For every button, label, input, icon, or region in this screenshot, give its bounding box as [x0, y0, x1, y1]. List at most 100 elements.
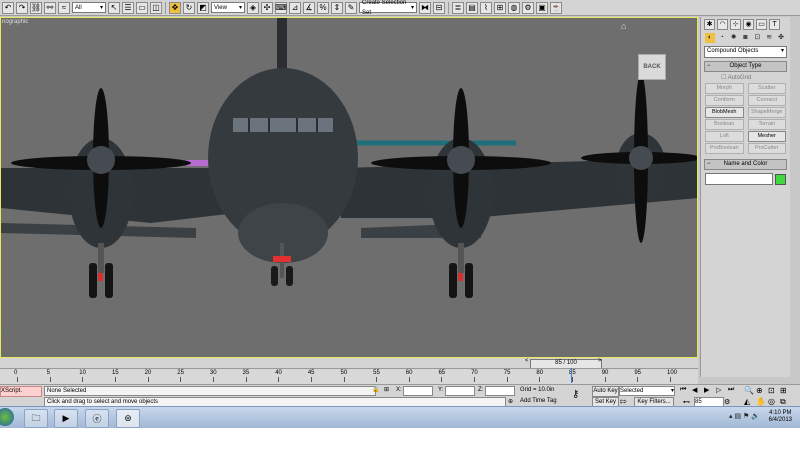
link-icon[interactable]: ⛓	[30, 1, 42, 14]
undo-icon[interactable]: ↶	[2, 1, 14, 14]
lights-icon[interactable]: ✹	[729, 33, 739, 43]
layer-manager-icon[interactable]: ≣	[452, 1, 464, 14]
edit-named-selection-icon[interactable]: ✎	[345, 1, 357, 14]
mirror-icon[interactable]: ⧓	[419, 1, 431, 14]
rectangular-selection-icon[interactable]: ▭	[136, 1, 148, 14]
volume-icon[interactable]: 🔊	[751, 413, 760, 420]
zoom-all-icon[interactable]: ⊕	[756, 386, 763, 395]
orbit-icon[interactable]: ◎	[768, 397, 775, 406]
modify-tab-icon[interactable]: ◠	[717, 19, 728, 30]
next-frame-icon[interactable]: >	[598, 358, 602, 364]
go-to-start-icon[interactable]: ⏮	[680, 386, 686, 394]
object-type-button-conform[interactable]: Conform	[705, 95, 744, 106]
3ds-max-taskbar-icon[interactable]: ⊛	[116, 409, 140, 428]
reference-coordinate-dropdown[interactable]: View ▾	[211, 2, 245, 13]
select-object-icon[interactable]: ↖	[108, 1, 120, 14]
hierarchy-tab-icon[interactable]: ⊹	[730, 19, 741, 30]
track-bar[interactable]: 0 5 10 15 20 25 30 35 40 45 50 55 60 65 70 75 80 85 90 95 10…	[0, 368, 698, 384]
object-type-rollout[interactable]: − Object Type	[704, 61, 787, 72]
play-icon[interactable]: ▶	[704, 386, 709, 394]
angle-snap-icon[interactable]: ∡	[303, 1, 315, 14]
keyboard-shortcut-icon[interactable]: ⌨	[275, 1, 287, 14]
explorer-icon[interactable]: 🗀	[24, 409, 48, 428]
name-color-rollout[interactable]: − Name and Color	[704, 159, 787, 170]
pan-icon[interactable]: ✋	[756, 397, 766, 406]
start-button[interactable]	[0, 408, 14, 426]
object-type-button-proboolean[interactable]: ProBoolean	[705, 143, 744, 154]
object-type-button-terrain[interactable]: Terrain	[747, 119, 786, 130]
object-type-button-morph[interactable]: Morph	[705, 83, 744, 94]
move-icon[interactable]: ✥	[169, 1, 181, 14]
field-of-view-icon[interactable]: ◭	[744, 397, 750, 406]
add-time-tag[interactable]: Add Time Tag	[520, 398, 557, 404]
zoom-extents-icon[interactable]: ⊡	[768, 386, 775, 395]
absolute-mode-icon[interactable]: ⊞	[384, 386, 389, 393]
object-type-button-shapemerge[interactable]: ShapeMerge	[747, 107, 786, 118]
object-type-button-procutter[interactable]: ProCutter	[747, 143, 786, 154]
show-hidden-icons[interactable]: ▴	[729, 413, 733, 420]
object-type-button-mesher[interactable]: Mesher	[747, 131, 786, 142]
category-dropdown[interactable]: Compound Objects ▾	[704, 46, 787, 58]
object-type-button-boolean[interactable]: Boolean	[705, 119, 744, 130]
object-color-swatch[interactable]	[775, 173, 786, 185]
material-editor-icon[interactable]: ◍	[508, 1, 520, 14]
space-warps-icon[interactable]: ≋	[764, 33, 774, 43]
network-icon[interactable]: ▤	[734, 413, 741, 420]
internet-explorer-icon[interactable]: ⓔ	[85, 409, 109, 428]
go-to-end-icon[interactable]: ⏭	[728, 386, 734, 394]
shapes-icon[interactable]: ◔	[717, 33, 727, 43]
display-tab-icon[interactable]: ▭	[756, 19, 767, 30]
set-key-icon[interactable]: ⇰	[620, 397, 627, 406]
bind-space-warp-icon[interactable]: ≈	[58, 1, 70, 14]
spinner-snap-icon[interactable]: ⇕	[331, 1, 343, 14]
rendered-frame-icon[interactable]: ▣	[536, 1, 548, 14]
helpers-icon[interactable]: ⊡	[752, 33, 762, 43]
viewcube[interactable]: BACK	[638, 54, 666, 80]
object-type-button-scatter[interactable]: Scatter	[747, 83, 786, 94]
geometry-icon[interactable]: ◐	[705, 33, 715, 43]
lock-icon[interactable]: 🔒	[372, 386, 379, 393]
window-crossing-icon[interactable]: ◫	[150, 1, 162, 14]
snaps-toggle-icon[interactable]: ⊿	[289, 1, 301, 14]
select-by-name-icon[interactable]: ☰	[122, 1, 134, 14]
rotate-icon[interactable]: ↻	[183, 1, 195, 14]
next-frame-button-icon[interactable]: ▷	[716, 386, 721, 394]
object-type-button-loft[interactable]: Loft	[705, 131, 744, 142]
object-type-button-connect[interactable]: Connect	[747, 95, 786, 106]
selection-filter-dropdown[interactable]: All ▾	[72, 2, 106, 13]
time-configuration-icon[interactable]: ⚙	[724, 398, 730, 406]
create-tab-icon[interactable]: ✱	[704, 19, 715, 30]
zoom-icon[interactable]: 🔍	[744, 386, 754, 395]
redo-icon[interactable]: ↷	[16, 1, 28, 14]
maxscript-listener[interactable]: XScript.	[0, 386, 42, 397]
auto-key-button[interactable]: Auto Key	[592, 386, 619, 397]
render-teapot-icon[interactable]: ☕	[550, 1, 562, 14]
align-icon[interactable]: ⊟	[433, 1, 445, 14]
time-tag-icon[interactable]: ⊕	[508, 398, 513, 405]
y-coordinate-field[interactable]	[445, 386, 475, 396]
cameras-icon[interactable]: ◙	[741, 33, 751, 43]
perspective-viewport[interactable]: nographic ⌂ BACK ∟	[0, 17, 698, 358]
select-manipulate-icon[interactable]: ✣	[261, 1, 273, 14]
object-type-button-blobmesh[interactable]: BlobMesh	[705, 107, 744, 118]
flag-icon[interactable]: ⚑	[743, 413, 749, 420]
graphite-ribbon-icon[interactable]: ▤	[466, 1, 478, 14]
previous-frame-icon[interactable]: ◀	[692, 386, 697, 394]
utilities-tab-icon[interactable]: T	[769, 19, 780, 30]
systems-icon[interactable]: ✤	[776, 33, 786, 43]
zoom-extents-all-icon[interactable]: ⊞	[780, 386, 787, 395]
scale-icon[interactable]: ◩	[197, 1, 209, 14]
unlink-icon[interactable]: ⚯	[44, 1, 56, 14]
percent-snap-icon[interactable]: %	[317, 1, 329, 14]
schematic-view-icon[interactable]: ⊞	[494, 1, 506, 14]
render-setup-icon[interactable]: ⚙	[522, 1, 534, 14]
key-icon[interactable]: ⚷	[572, 389, 579, 400]
motion-tab-icon[interactable]: ◉	[743, 19, 754, 30]
named-selection-dropdown[interactable]: Create Selection Set ▾	[359, 0, 417, 16]
key-mode-dropdown[interactable]: Selected ▾	[619, 386, 675, 396]
media-player-icon[interactable]: ▶	[54, 409, 78, 428]
x-coordinate-field[interactable]	[403, 386, 433, 396]
z-coordinate-field[interactable]	[485, 386, 515, 396]
prev-frame-icon[interactable]: <	[525, 358, 529, 364]
key-mode-toggle-icon[interactable]: ⊷	[683, 398, 690, 406]
